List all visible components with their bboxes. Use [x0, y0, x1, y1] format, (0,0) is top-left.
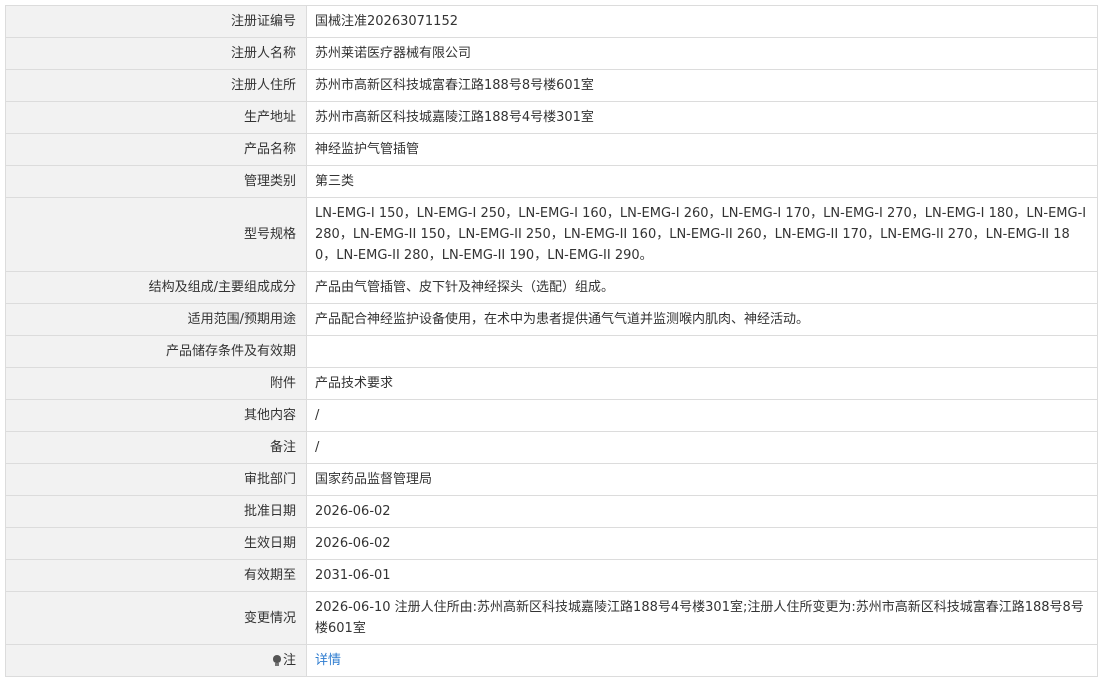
table-row: 生效日期 2026-06-02: [5, 527, 1098, 560]
table-row: 生产地址 苏州市高新区科技城嘉陵江路188号4号楼301室: [5, 101, 1098, 134]
table-row: 产品储存条件及有效期: [5, 335, 1098, 368]
field-value-registration-number: 国械注准20263071152: [306, 5, 1098, 38]
field-label-remarks: 备注: [5, 431, 307, 464]
details-link[interactable]: 详情: [315, 653, 341, 668]
field-label-intended-use: 适用范围/预期用途: [5, 303, 307, 336]
field-label-registrant-name: 注册人名称: [5, 37, 307, 70]
field-value-storage: [306, 335, 1098, 368]
table-row: 变更情况 2026-06-10 注册人住所由:苏州高新区科技城嘉陵江路188号4…: [5, 591, 1098, 645]
registration-table: 注册证编号 国械注准20263071152 注册人名称 苏州莱诺医疗器械有限公司…: [5, 5, 1098, 677]
field-value-management-category: 第三类: [306, 165, 1098, 198]
table-row: 注册人名称 苏州莱诺医疗器械有限公司: [5, 37, 1098, 70]
table-row: 适用范围/预期用途 产品配合神经监护设备使用，在术中为患者提供通气气道并监测喉内…: [5, 303, 1098, 336]
field-label-storage: 产品储存条件及有效期: [5, 335, 307, 368]
field-value-other: /: [306, 399, 1098, 432]
field-value-intended-use: 产品配合神经监护设备使用，在术中为患者提供通气气道并监测喉内肌肉、神经活动。: [306, 303, 1098, 336]
field-value-product-name: 神经监护气管插管: [306, 133, 1098, 166]
field-label-change-history: 变更情况: [5, 591, 307, 645]
field-label-registrant-address: 注册人住所: [5, 69, 307, 102]
field-label-approval-date: 批准日期: [5, 495, 307, 528]
field-label-product-name: 产品名称: [5, 133, 307, 166]
field-value-note: 详情: [306, 644, 1098, 677]
field-label-note: 注: [5, 644, 307, 677]
field-label-valid-until: 有效期至: [5, 559, 307, 592]
bulb-icon: [272, 655, 281, 666]
field-value-valid-until: 2031-06-01: [306, 559, 1098, 592]
field-label-registration-number: 注册证编号: [5, 5, 307, 38]
table-row: 批准日期 2026-06-02: [5, 495, 1098, 528]
table-row: 附件 产品技术要求: [5, 367, 1098, 400]
field-value-attachment: 产品技术要求: [306, 367, 1098, 400]
field-value-model-spec: LN-EMG-I 150，LN-EMG-I 250，LN-EMG-I 160，L…: [306, 197, 1098, 272]
field-value-effective-date: 2026-06-02: [306, 527, 1098, 560]
registration-detail-panel: 注册证编号 国械注准20263071152 注册人名称 苏州莱诺医疗器械有限公司…: [5, 5, 1098, 677]
field-value-remarks: /: [306, 431, 1098, 464]
field-label-approval-department: 审批部门: [5, 463, 307, 496]
field-value-approval-date: 2026-06-02: [306, 495, 1098, 528]
table-row: 备注 /: [5, 431, 1098, 464]
field-label-production-address: 生产地址: [5, 101, 307, 134]
table-row: 产品名称 神经监护气管插管: [5, 133, 1098, 166]
field-value-production-address: 苏州市高新区科技城嘉陵江路188号4号楼301室: [306, 101, 1098, 134]
field-value-registrant-address: 苏州市高新区科技城富春江路188号8号楼601室: [306, 69, 1098, 102]
table-row: 注册证编号 国械注准20263071152: [5, 5, 1098, 38]
field-label-composition: 结构及组成/主要组成成分: [5, 271, 307, 304]
field-value-composition: 产品由气管插管、皮下针及神经探头（选配）组成。: [306, 271, 1098, 304]
table-row: 有效期至 2031-06-01: [5, 559, 1098, 592]
field-value-approval-department: 国家药品监督管理局: [306, 463, 1098, 496]
table-row: 结构及组成/主要组成成分 产品由气管插管、皮下针及神经探头（选配）组成。: [5, 271, 1098, 304]
table-row: 型号规格 LN-EMG-I 150，LN-EMG-I 250，LN-EMG-I …: [5, 197, 1098, 272]
field-label-model-spec: 型号规格: [5, 197, 307, 272]
table-row: 注册人住所 苏州市高新区科技城富春江路188号8号楼601室: [5, 69, 1098, 102]
table-row: 管理类别 第三类: [5, 165, 1098, 198]
field-label-other: 其他内容: [5, 399, 307, 432]
table-row: 审批部门 国家药品监督管理局: [5, 463, 1098, 496]
field-label-management-category: 管理类别: [5, 165, 307, 198]
table-row: 注 详情: [5, 644, 1098, 677]
field-label-effective-date: 生效日期: [5, 527, 307, 560]
note-label: 注: [282, 653, 296, 668]
field-value-change-history: 2026-06-10 注册人住所由:苏州高新区科技城嘉陵江路188号4号楼301…: [306, 591, 1098, 645]
field-label-attachment: 附件: [5, 367, 307, 400]
field-value-registrant-name: 苏州莱诺医疗器械有限公司: [306, 37, 1098, 70]
table-row: 其他内容 /: [5, 399, 1098, 432]
